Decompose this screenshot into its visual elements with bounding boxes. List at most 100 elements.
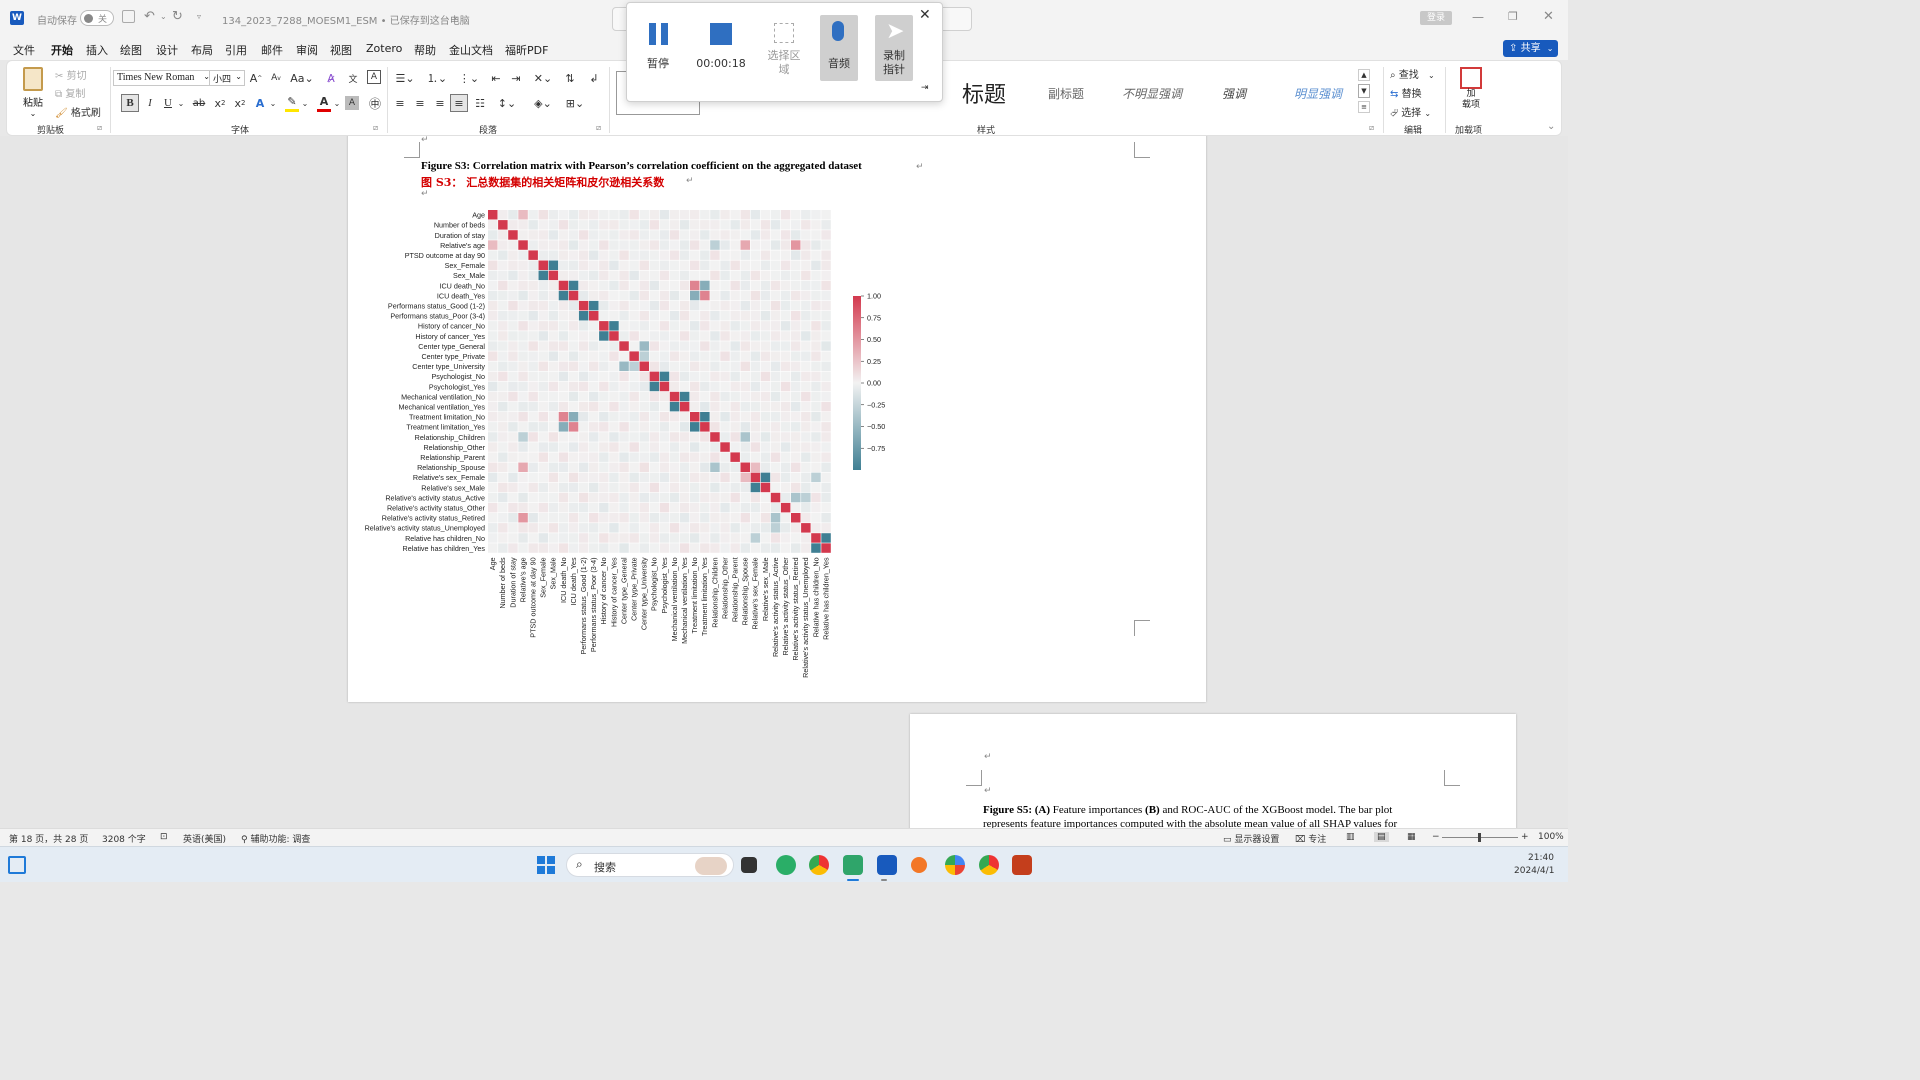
zoom-slider[interactable] — [1442, 833, 1518, 842]
title-dropdown-icon[interactable]: ⌄ — [452, 12, 459, 21]
style-subtle-emphasis[interactable]: 不明显强调 — [1122, 85, 1182, 102]
align-right-icon[interactable]: ≡ — [432, 95, 448, 111]
login-button[interactable]: 登录 — [1420, 11, 1452, 25]
minimize-icon[interactable]: — — [1472, 10, 1484, 24]
sort-icon[interactable]: ⇅ — [562, 70, 578, 86]
character-shading-icon[interactable]: A — [345, 96, 359, 110]
close-window-icon[interactable]: ✕ — [1543, 9, 1554, 24]
powerpoint-icon[interactable] — [1012, 855, 1032, 875]
show-marks-icon[interactable]: ↲ — [586, 70, 602, 86]
proofing-icon[interactable]: ⊡ — [160, 832, 168, 842]
record-pointer-button[interactable]: ➤ 录制指针 — [875, 15, 913, 81]
menu-tab-12[interactable]: 金山文档 — [449, 42, 493, 58]
undo-dropdown-icon[interactable]: ⌄ — [160, 12, 167, 21]
align-center-icon[interactable]: ≡ — [412, 95, 428, 111]
wechat-icon[interactable] — [776, 855, 796, 875]
zoom-slider-thumb[interactable] — [1478, 833, 1481, 842]
character-border-icon[interactable]: A — [367, 70, 381, 84]
font-color-dropdown-icon[interactable]: ⌄ — [333, 95, 341, 111]
pin-icon[interactable]: ⇥ — [921, 83, 929, 93]
replace-button[interactable]: ⇆ 替换 — [1390, 85, 1422, 100]
clock-date[interactable]: 2024/4/1 — [1514, 866, 1554, 876]
document-title[interactable]: 134_2023_7288_MOESM1_ESM • 已保存到这台电脑 — [222, 12, 470, 27]
text-effects-icon[interactable]: A — [253, 94, 267, 112]
menu-tab-3[interactable]: 绘图 — [120, 42, 142, 58]
style-intense-emphasis[interactable]: 明显强调 — [1294, 85, 1342, 102]
dialog-launcher-icon[interactable]: ⧄ — [596, 123, 601, 133]
increase-indent-icon[interactable]: ⇥ — [508, 70, 524, 86]
chrome-profile-icon[interactable] — [979, 855, 999, 875]
menu-tab-11[interactable]: 帮助 — [414, 42, 436, 58]
browser-icon[interactable] — [945, 855, 965, 875]
line-spacing-icon[interactable]: ↕⌄ — [494, 95, 520, 111]
document-page[interactable]: ↵ Figure S3: Correlation matrix with Pea… — [348, 136, 1206, 702]
web-layout-icon[interactable]: ▦ — [1407, 832, 1416, 842]
display-settings[interactable]: ▭ 显示器设置 — [1223, 832, 1279, 845]
chinese-layout-icon[interactable]: ✕⌄ — [530, 70, 556, 86]
zoom-in-icon[interactable]: + — [1521, 832, 1529, 842]
strikethrough-icon[interactable]: ab — [191, 94, 207, 112]
restore-icon[interactable]: ❐ — [1508, 10, 1518, 23]
select-area-button[interactable]: 选择区域 — [761, 13, 807, 79]
gallery-up-icon[interactable]: ▲ — [1358, 69, 1370, 81]
menu-tab-9[interactable]: 视图 — [330, 42, 352, 58]
bullets-icon[interactable]: ☰⌄ — [392, 70, 418, 86]
save-icon[interactable] — [122, 10, 135, 23]
undo-icon[interactable]: ↶ — [144, 9, 155, 24]
autosave-toggle[interactable]: 关 — [80, 10, 114, 26]
gallery-down-icon[interactable]: ▼ — [1358, 84, 1370, 98]
menu-tab-2[interactable]: 插入 — [86, 42, 108, 58]
page-count[interactable]: 第 18 页，共 28 页 — [9, 832, 88, 845]
menu-tab-0[interactable]: 文件 — [13, 42, 35, 58]
bold-icon[interactable]: B — [121, 94, 139, 112]
format-painter-button[interactable]: 🖌 格式刷 — [55, 104, 101, 119]
grow-font-icon[interactable]: A ^ — [249, 70, 263, 86]
document-page[interactable]: ↵ ↵ Figure S5: (A) Feature importances (… — [910, 714, 1516, 828]
taskbar-search[interactable]: ⌕ 搜索 — [566, 853, 734, 877]
justify-icon[interactable]: ≡ — [450, 94, 468, 112]
menu-tab-6[interactable]: 引用 — [225, 42, 247, 58]
copy-button[interactable]: ⧉ 复制 — [55, 85, 85, 100]
font-name-select[interactable]: Times New Roman ⌄ — [113, 70, 213, 86]
select-button[interactable]: ⮰ 选择 ⌄ — [1390, 104, 1431, 119]
font-size-select[interactable]: 小四 ⌄ — [209, 70, 245, 86]
menu-tab-8[interactable]: 审阅 — [296, 42, 318, 58]
decrease-indent-icon[interactable]: ⇤ — [488, 70, 504, 86]
task-view-icon[interactable] — [741, 857, 757, 873]
chrome-icon[interactable] — [809, 855, 829, 875]
underline-dropdown-icon[interactable]: ⌄ — [177, 95, 185, 111]
menu-tab-13[interactable]: 福昕PDF — [505, 42, 548, 58]
clock-time[interactable]: 21:40 — [1528, 853, 1554, 863]
highlight-icon[interactable]: ✎ — [285, 94, 299, 112]
redo-icon[interactable]: ↻ — [172, 9, 183, 24]
read-mode-icon[interactable]: ▥ — [1346, 832, 1355, 842]
menu-tab-1[interactable]: 开始 — [51, 42, 73, 62]
subscript-icon[interactable]: x2 — [213, 94, 227, 112]
highlight-dropdown-icon[interactable]: ⌄ — [301, 95, 309, 111]
collapse-ribbon-icon[interactable]: ⌄ — [1547, 121, 1555, 132]
shrink-font-icon[interactable]: Av — [269, 70, 283, 86]
numbering-icon[interactable]: ⒈⌄ — [424, 70, 450, 86]
language[interactable]: 英语(美国) — [183, 832, 226, 845]
print-layout-icon[interactable]: ▤ — [1374, 832, 1389, 842]
dialog-launcher-icon[interactable]: ⧄ — [1369, 123, 1374, 133]
addins-button[interactable]: 加 载项 — [1453, 65, 1489, 117]
style-subtitle[interactable]: 副标题 — [1048, 85, 1084, 102]
cut-button[interactable]: ✂ 剪切 — [55, 67, 87, 82]
italic-icon[interactable]: I — [143, 94, 157, 112]
close-icon[interactable]: ✕ — [919, 7, 931, 23]
multilevel-list-icon[interactable]: ⋮⌄ — [456, 70, 482, 86]
zoom-out-icon[interactable]: − — [1432, 832, 1440, 842]
focus-mode[interactable]: ⌧ 专注 — [1295, 832, 1326, 845]
find-button[interactable]: ⌕ 查找 ⌄ — [1390, 66, 1435, 81]
enclose-characters-icon[interactable]: ㊥ — [367, 95, 383, 111]
style-title[interactable]: 标题 — [962, 77, 1006, 109]
text-effects-dropdown-icon[interactable]: ⌄ — [269, 95, 277, 111]
start-icon[interactable] — [537, 856, 555, 874]
borders-icon[interactable]: ⊞⌄ — [562, 95, 588, 111]
customize-qat-icon[interactable]: ▿ — [197, 12, 201, 21]
stop-button[interactable]: 00:00:18 — [693, 13, 749, 79]
menu-tab-5[interactable]: 布局 — [191, 42, 213, 58]
word-count[interactable]: 3208 个字 — [102, 832, 146, 845]
font-color-icon[interactable]: A — [317, 94, 331, 112]
